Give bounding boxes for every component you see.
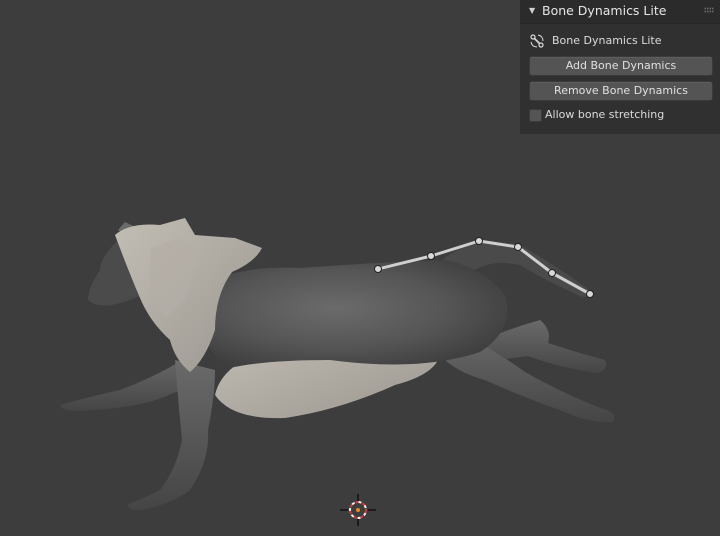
section-label-row: Bone Dynamics Lite <box>529 31 714 51</box>
3d-cursor-icon[interactable] <box>340 494 376 526</box>
3d-viewport[interactable]: ▼ Bone Dynamics Lite Bone Dynamics Lite … <box>0 0 720 536</box>
collapse-triangle-icon[interactable]: ▼ <box>529 6 535 15</box>
add-bone-dynamics-button[interactable]: Add Bone Dynamics <box>529 56 713 76</box>
allow-stretching-row[interactable]: Allow bone stretching <box>529 108 714 124</box>
panel-title: Bone Dynamics Lite <box>542 3 667 18</box>
drag-grip-icon[interactable] <box>704 7 714 13</box>
panel-header[interactable]: ▼ Bone Dynamics Lite <box>520 0 720 24</box>
bone-dynamics-panel: ▼ Bone Dynamics Lite Bone Dynamics Lite … <box>520 0 720 134</box>
wolf-model[interactable] <box>60 218 615 511</box>
remove-bone-dynamics-button[interactable]: Remove Bone Dynamics <box>529 81 713 101</box>
section-label: Bone Dynamics Lite <box>552 34 662 47</box>
allow-stretching-label[interactable]: Allow bone stretching <box>545 108 664 121</box>
allow-stretching-checkbox[interactable] <box>529 109 542 122</box>
bone-dynamics-icon <box>530 34 544 48</box>
